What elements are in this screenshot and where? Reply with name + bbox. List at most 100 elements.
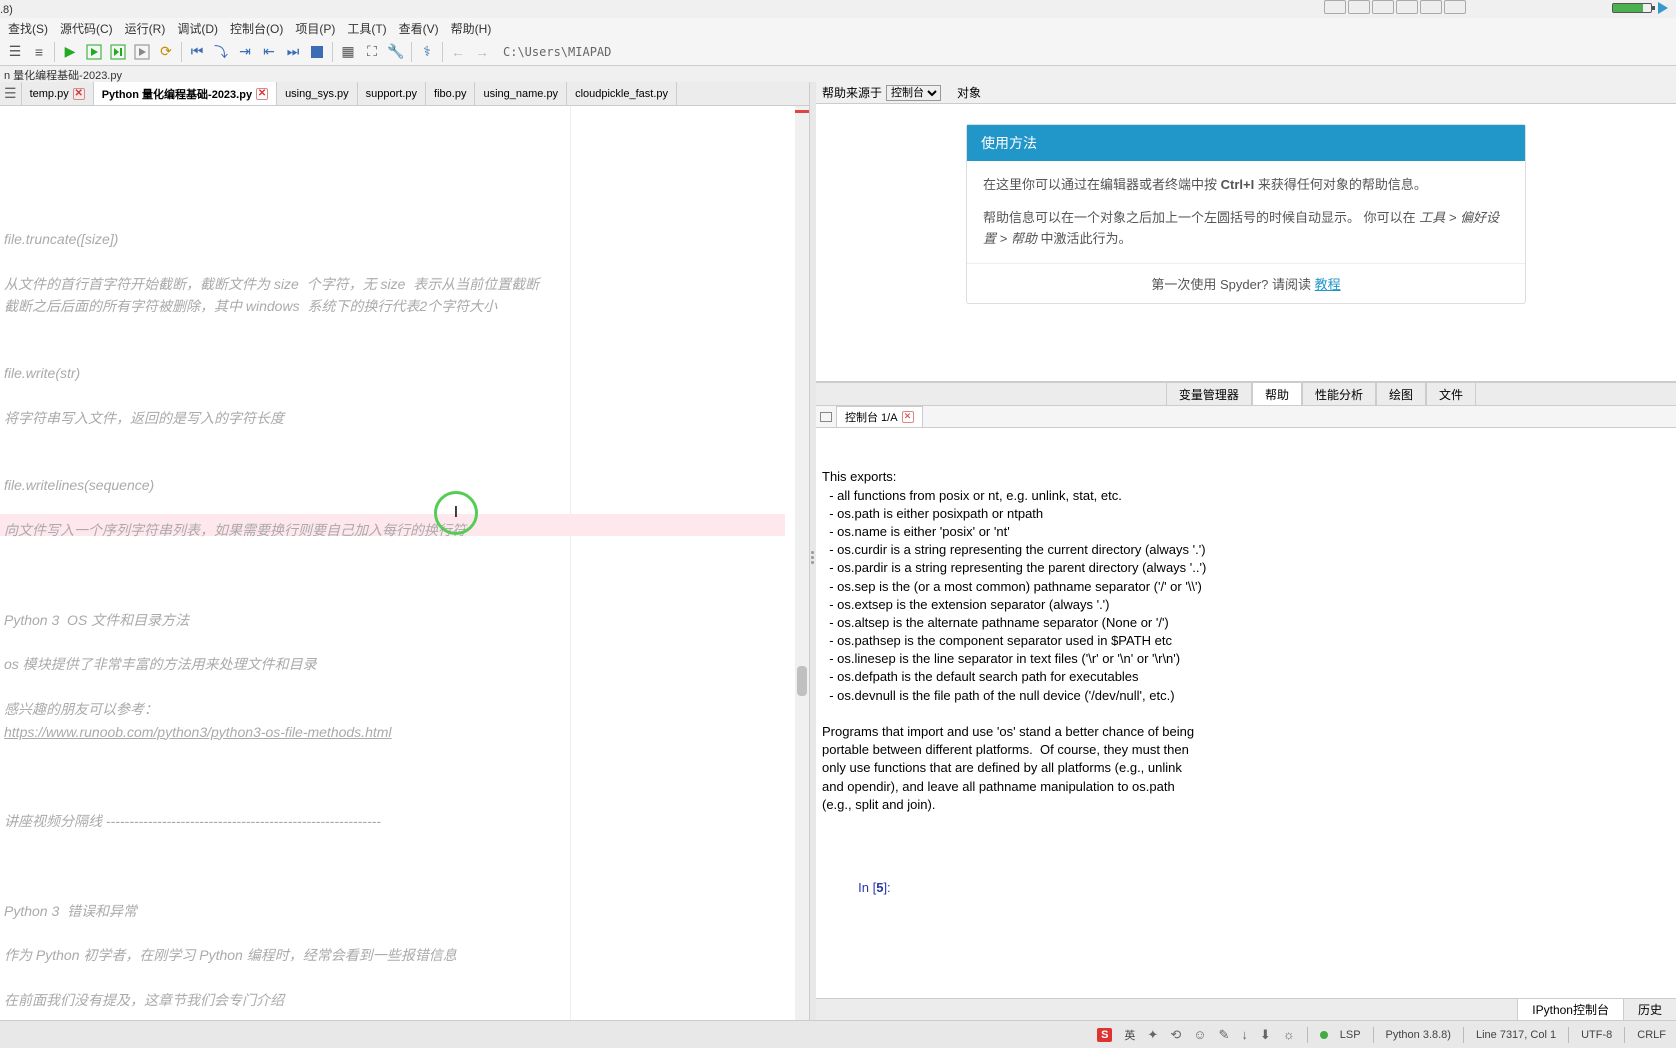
- code-line: Python 3 OS 文件和目录方法: [4, 609, 805, 631]
- breadcrumb-file[interactable]: n 量化编程基础-2023.py: [4, 67, 122, 83]
- debug-stepout-icon[interactable]: ⇤: [258, 41, 280, 63]
- tab-label: fibo.py: [434, 88, 466, 100]
- status-icon: ☺: [1193, 1027, 1206, 1042]
- toolbar: ☰ ≡ ▶ ⟳ ⏮ ⤵ ⇥ ⇤ ⏭ ▦ ⛶ 🔧 ⚕ ← → C:\Users\M…: [0, 38, 1676, 66]
- help-tab[interactable]: 性能分析: [1302, 383, 1376, 405]
- maximize-icon[interactable]: ⛶: [361, 41, 383, 63]
- code-line: [4, 1012, 805, 1020]
- tab-label: support.py: [366, 88, 417, 100]
- help-card-footer: 第一次使用 Spyder? 请阅读 教程: [967, 263, 1525, 303]
- code-editor[interactable]: file.truncate([size]) 从文件的首行首字符开始截断，截断文件…: [0, 106, 809, 1020]
- help-source-select[interactable]: 控制台: [886, 85, 941, 101]
- editor-tab[interactable]: Python 量化编程基础-2023.py✕: [94, 82, 277, 105]
- code-line: 截断之后后面的所有字符被删除，其中 windows 系统下的换行代表2个字符大小: [4, 295, 805, 317]
- forward-icon[interactable]: →: [471, 41, 493, 63]
- menu-item[interactable]: 源代码(C): [54, 18, 119, 38]
- play-icon[interactable]: [1658, 2, 1668, 14]
- console-collapse-icon[interactable]: [820, 412, 832, 422]
- thumb[interactable]: [1420, 0, 1442, 14]
- rerun-icon[interactable]: ⟳: [155, 41, 177, 63]
- menu-item[interactable]: 查找(S): [2, 18, 54, 38]
- run-selection-icon[interactable]: [131, 41, 153, 63]
- tutorial-link[interactable]: 教程: [1315, 277, 1341, 292]
- status-icon: ⬇: [1260, 1027, 1271, 1043]
- thumb[interactable]: [1324, 0, 1346, 14]
- code-line: [4, 541, 805, 563]
- editor-tab[interactable]: cloudpickle_fast.py: [567, 82, 677, 105]
- lsp-status-icon: [1320, 1031, 1328, 1039]
- editor-tab[interactable]: support.py: [358, 82, 426, 105]
- code-line: [4, 833, 805, 855]
- object-label: 对象: [957, 84, 981, 101]
- battery-area: [1604, 0, 1676, 16]
- ime-indicator[interactable]: S: [1097, 1028, 1112, 1042]
- help-tab[interactable]: 绘图: [1376, 383, 1426, 405]
- menu-item[interactable]: 项目(P): [289, 18, 341, 38]
- console-output[interactable]: This exports: - all functions from posix…: [816, 428, 1676, 998]
- help-pane-tabs: 变量管理器帮助性能分析绘图文件: [816, 382, 1676, 406]
- run-cell-advance-icon[interactable]: [107, 41, 129, 63]
- save-layout-icon[interactable]: ▦: [337, 41, 359, 63]
- thumb[interactable]: [1396, 0, 1418, 14]
- working-dir-path[interactable]: C:\Users\MIAPAD: [503, 45, 611, 59]
- indent-icon[interactable]: ☰: [4, 41, 26, 63]
- back-icon[interactable]: ←: [447, 41, 469, 63]
- status-icon: ✦: [1147, 1027, 1158, 1043]
- code-line: [4, 250, 805, 272]
- python-icon[interactable]: ⚕: [416, 41, 438, 63]
- editor-tab[interactable]: using_sys.py: [277, 82, 358, 105]
- tab-label: using_sys.py: [285, 88, 349, 100]
- menu-item[interactable]: 帮助(H): [445, 18, 498, 38]
- code-line: 从文件的首行首字符开始截断，截断文件为 size 个字符，无 size 表示从当…: [4, 273, 805, 295]
- editor-tab[interactable]: fibo.py: [426, 82, 475, 105]
- thumb[interactable]: [1444, 0, 1466, 14]
- editor-tab[interactable]: temp.py ✕: [22, 82, 94, 105]
- run-cell-icon[interactable]: [83, 41, 105, 63]
- code-line: [4, 765, 805, 787]
- menu-item[interactable]: 调试(D): [171, 18, 224, 38]
- thumb[interactable]: [1348, 0, 1370, 14]
- menu-item[interactable]: 工具(T): [341, 18, 392, 38]
- settings-icon[interactable]: 🔧: [385, 41, 407, 63]
- debug-stepin-icon[interactable]: ⇥: [234, 41, 256, 63]
- tab-label: temp.py: [30, 88, 69, 100]
- ime-lang[interactable]: 英: [1124, 1027, 1135, 1043]
- code-line: [4, 429, 805, 451]
- thumb[interactable]: [1372, 0, 1394, 14]
- menu-item[interactable]: 查看(V): [393, 18, 445, 38]
- help-tab[interactable]: 帮助: [1252, 383, 1302, 405]
- console-bottom-tab[interactable]: 历史: [1623, 999, 1676, 1020]
- debug-first-icon[interactable]: ⏮: [186, 41, 208, 63]
- editor-tab[interactable]: using_name.py: [475, 82, 567, 105]
- help-tab[interactable]: 变量管理器: [1166, 383, 1252, 405]
- code-line: [4, 497, 805, 519]
- debug-stop-icon[interactable]: [306, 41, 328, 63]
- console-bottom-tab[interactable]: IPython控制台: [1517, 999, 1623, 1020]
- close-icon[interactable]: ✕: [73, 88, 85, 100]
- run-icon[interactable]: ▶: [59, 41, 81, 63]
- editor-tabs: ☰temp.py✕Python 量化编程基础-2023.py✕using_sys…: [0, 82, 809, 106]
- close-icon[interactable]: ✕: [902, 411, 914, 423]
- hamburger-icon[interactable]: ☰: [4, 85, 17, 102]
- scroll-marker: [795, 110, 809, 113]
- code-line: [4, 631, 805, 653]
- close-icon[interactable]: ✕: [256, 88, 268, 100]
- battery-icon: [1612, 3, 1652, 13]
- code-line: 在前面我们没有提及，这章节我们会专门介绍: [4, 989, 805, 1011]
- code-line: file.writelines(sequence): [4, 474, 805, 496]
- menu-item[interactable]: 运行(R): [119, 18, 172, 38]
- console-tab[interactable]: 控制台 1/A ✕: [836, 406, 923, 428]
- help-tab[interactable]: 文件: [1426, 383, 1476, 405]
- window-thumb-row: [1324, 0, 1466, 14]
- code-line: [4, 855, 805, 877]
- help-header: 帮助来源于 控制台 对象: [816, 82, 1676, 104]
- code-line: [4, 206, 805, 228]
- code-line: [4, 788, 805, 810]
- code-line: [4, 564, 805, 586]
- code-line: [4, 877, 805, 899]
- menu-item[interactable]: 控制台(O): [224, 18, 289, 38]
- debug-stepover-icon[interactable]: ⤵: [210, 41, 232, 63]
- debug-continue-icon[interactable]: ⏭: [282, 41, 304, 63]
- outdent-icon[interactable]: ≡: [28, 41, 50, 63]
- tab-label: using_name.py: [483, 88, 558, 100]
